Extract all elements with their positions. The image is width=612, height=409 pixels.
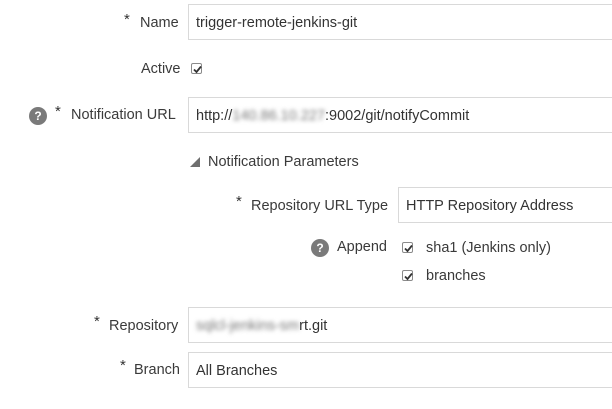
url-tail: :9002/git/notifyCommit — [325, 108, 470, 124]
required-asterisk: * — [55, 103, 61, 120]
branches-checkbox[interactable] — [402, 270, 413, 281]
check-icon — [404, 244, 413, 253]
active-checkbox[interactable] — [191, 63, 202, 74]
triangle-down-icon[interactable] — [190, 157, 200, 167]
repository-obscured-text: sqlcl-jenkins-sm — [196, 318, 300, 334]
check-icon — [193, 65, 202, 74]
append-label: Append — [337, 239, 387, 255]
required-asterisk: * — [124, 11, 130, 28]
active-label: Active — [141, 61, 181, 77]
name-label: Name — [140, 15, 179, 31]
sha1-checkbox[interactable] — [402, 242, 413, 253]
repository-url-type-label: Repository URL Type — [251, 198, 389, 214]
sha1-option-label: sha1 (Jenkins only) — [426, 240, 551, 256]
branches-option-label: branches — [426, 268, 486, 284]
name-input[interactable]: trigger-remote-jenkins-git — [188, 4, 612, 40]
check-icon — [404, 272, 413, 281]
question-circle-icon[interactable]: ? — [29, 107, 47, 125]
branch-label: Branch — [134, 362, 180, 378]
url-obscured-host: 140.86.10.227 — [232, 108, 326, 124]
notification-parameters-header[interactable]: Notification Parameters — [208, 151, 359, 173]
required-asterisk: * — [236, 193, 242, 210]
question-circle-icon[interactable]: ? — [311, 239, 329, 257]
url-prefix: http:// — [196, 108, 233, 124]
branch-select[interactable]: All Branches — [188, 352, 612, 388]
repository-url-type-select[interactable]: HTTP Repository Address — [398, 187, 612, 223]
repository-tail: rt.git — [299, 318, 328, 334]
required-asterisk: * — [94, 313, 100, 330]
notification-url-input[interactable]: http://140.86.10.227:9002/git/notifyComm… — [188, 97, 612, 133]
repository-input[interactable]: sqlcl-jenkins-smrt.git — [188, 307, 612, 343]
notification-url-label: Notification URL — [71, 107, 176, 123]
required-asterisk: * — [120, 357, 126, 374]
repository-label: Repository — [109, 318, 179, 334]
